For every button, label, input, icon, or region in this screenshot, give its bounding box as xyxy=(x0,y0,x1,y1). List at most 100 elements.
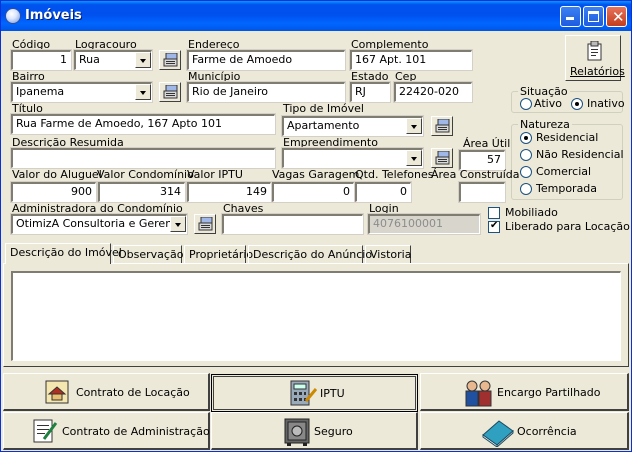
chevron-down-icon[interactable] xyxy=(135,84,151,100)
ocorrencia-button[interactable]: Ocorrência xyxy=(420,412,629,450)
encargo-partilhado-button[interactable]: Encargo Partilhado xyxy=(420,373,629,411)
tipo-imovel-value: Apartamento xyxy=(287,119,360,132)
tab-vistoria[interactable]: Vistoria xyxy=(365,245,411,263)
mobiliado-label: Mobiliado xyxy=(505,206,558,219)
descricao-resumida-field[interactable] xyxy=(10,147,276,169)
tab-observacao[interactable]: Observação xyxy=(113,245,183,263)
contract-pen-icon xyxy=(33,419,58,443)
natureza-title: Natureza xyxy=(518,118,572,131)
natureza-nao-residencial-radio[interactable] xyxy=(520,149,532,161)
seguro-label: Seguro xyxy=(314,425,353,438)
close-button[interactable]: ✕ xyxy=(606,6,627,27)
calculator-icon xyxy=(290,380,318,406)
situacao-ativo-radio[interactable] xyxy=(520,98,532,110)
encargo-partilhado-label: Encargo Partilhado xyxy=(497,386,601,399)
natureza-residencial-label: Residencial xyxy=(536,131,599,144)
natureza-comercial-radio[interactable] xyxy=(520,166,532,178)
tab-descricao-anuncio[interactable]: Descrição do Anúncio xyxy=(248,245,372,263)
area-construida-label: Área Construída xyxy=(431,168,520,181)
seguro-button[interactable]: Seguro xyxy=(211,412,418,450)
contrato-administracao-button[interactable]: Contrato de Administração xyxy=(3,412,210,450)
tipo-imovel-combo[interactable]: Apartamento xyxy=(281,115,424,137)
maximize-button[interactable] xyxy=(583,6,604,27)
tab-panel xyxy=(3,263,629,367)
situacao-inativo-label: Inativo xyxy=(587,97,625,110)
descricao-imovel-memo[interactable] xyxy=(11,271,621,361)
area-util-label: Área Útil xyxy=(463,137,511,150)
minimize-button[interactable] xyxy=(560,6,581,27)
bairro-value: Ipanema xyxy=(16,85,65,98)
natureza-temporada-label: Temporada xyxy=(536,182,598,195)
relatorios-button[interactable]: Relatórios xyxy=(565,35,625,81)
tab-strip: Descrição do Imóvel Observação Proprietá… xyxy=(3,243,629,264)
natureza-comercial-label: Comercial xyxy=(536,165,592,178)
chevron-down-icon[interactable] xyxy=(406,150,422,166)
qtd-telefones-field[interactable]: 0 xyxy=(354,181,412,203)
codigo-field[interactable]: 1 xyxy=(10,49,72,71)
login-field: 4076100001 xyxy=(367,213,481,235)
contrato-locacao-label: Contrato de Locação xyxy=(76,386,190,399)
estado-field[interactable]: RJ xyxy=(349,81,391,103)
logradouro-value: Rua xyxy=(79,53,100,66)
mobiliado-checkbox[interactable] xyxy=(488,207,500,219)
chevron-down-icon[interactable] xyxy=(406,118,422,134)
administradora-combo[interactable]: OtimizA Consultoria e Gerenc. Se xyxy=(10,213,188,235)
area-util-field[interactable]: 57 xyxy=(458,149,506,171)
empreendimento-lookup-button[interactable] xyxy=(431,148,453,168)
iptu-button[interactable]: IPTU xyxy=(211,374,418,412)
iptu-label: IPTU xyxy=(320,387,345,400)
vagas-garagem-field[interactable]: 0 xyxy=(271,181,355,203)
natureza-residencial-radio[interactable] xyxy=(520,132,532,144)
titulo-field[interactable]: Rua Farme de Amoedo, 167 Apto 101 xyxy=(10,113,276,135)
maximize-icon xyxy=(588,11,599,22)
chaves-field[interactable] xyxy=(221,213,364,235)
municipio-field[interactable]: Rio de Janeiro xyxy=(186,81,346,103)
imoveis-window: Imóveis ✕ Código 1 Logracouro Rua Endere… xyxy=(0,0,632,452)
complemento-field[interactable]: 167 Apt. 101 xyxy=(349,49,473,71)
natureza-temporada-radio[interactable] xyxy=(520,183,532,195)
empreendimento-combo[interactable] xyxy=(281,147,424,169)
report-icon xyxy=(587,41,602,61)
endereco-field[interactable]: Farme de Amoedo xyxy=(186,49,346,71)
contrato-administracao-label: Contrato de Administração xyxy=(62,425,210,438)
app-icon xyxy=(5,8,21,24)
safe-icon xyxy=(284,418,310,446)
logradouro-lookup-button[interactable] xyxy=(159,50,181,70)
liberado-locacao-checkbox[interactable] xyxy=(488,220,500,233)
valor-condominio-label: Valor Condomínio xyxy=(97,168,194,181)
situacao-ativo-label: Ativo xyxy=(534,97,562,110)
valor-condominio-field[interactable]: 314 xyxy=(97,181,186,203)
tipo-imovel-lookup-button[interactable] xyxy=(431,116,453,136)
book-icon xyxy=(482,420,514,447)
administradora-value: OtimizA Consultoria e Gerenc. Se xyxy=(16,217,187,230)
title-bar: Imóveis ✕ xyxy=(1,1,631,31)
vagas-garagem-label: Vagas Garagem xyxy=(272,168,360,181)
window-title: Imóveis xyxy=(25,8,82,23)
minimize-icon xyxy=(566,17,574,20)
people-icon xyxy=(465,380,492,407)
lookup-icon xyxy=(163,85,178,99)
cep-field[interactable]: 22420-020 xyxy=(393,81,473,103)
situacao-inativo-radio[interactable] xyxy=(571,98,583,110)
bairro-combo[interactable]: Ipanema xyxy=(10,81,153,103)
administradora-lookup-button[interactable] xyxy=(194,214,216,234)
tab-descricao-imovel[interactable]: Descrição do Imóvel xyxy=(5,243,122,264)
qtd-telefones-label: Qtd. Telefones xyxy=(355,168,434,181)
valor-iptu-field[interactable]: 149 xyxy=(186,181,272,203)
house-contract-icon xyxy=(45,380,69,404)
bairro-lookup-button[interactable] xyxy=(159,82,181,102)
tipo-imovel-label: Tipo de Imóvel xyxy=(283,102,364,115)
valor-aluguel-field[interactable]: 900 xyxy=(10,181,97,203)
lookup-icon xyxy=(435,151,450,165)
area-construida-field[interactable] xyxy=(458,181,506,203)
logradouro-combo[interactable]: Rua xyxy=(73,49,153,71)
lookup-icon xyxy=(435,119,450,133)
tab-proprietario[interactable]: Proprietário xyxy=(184,245,253,263)
ocorrencia-label: Ocorrência xyxy=(517,425,577,438)
contrato-locacao-button[interactable]: Contrato de Locação xyxy=(3,373,210,411)
close-icon: ✕ xyxy=(612,8,625,26)
valor-iptu-label: Valor IPTU xyxy=(187,168,243,181)
chevron-down-icon[interactable] xyxy=(135,52,151,68)
chevron-down-icon[interactable] xyxy=(170,216,186,232)
valor-aluguel-label: Valor do Aluguel xyxy=(12,168,102,181)
